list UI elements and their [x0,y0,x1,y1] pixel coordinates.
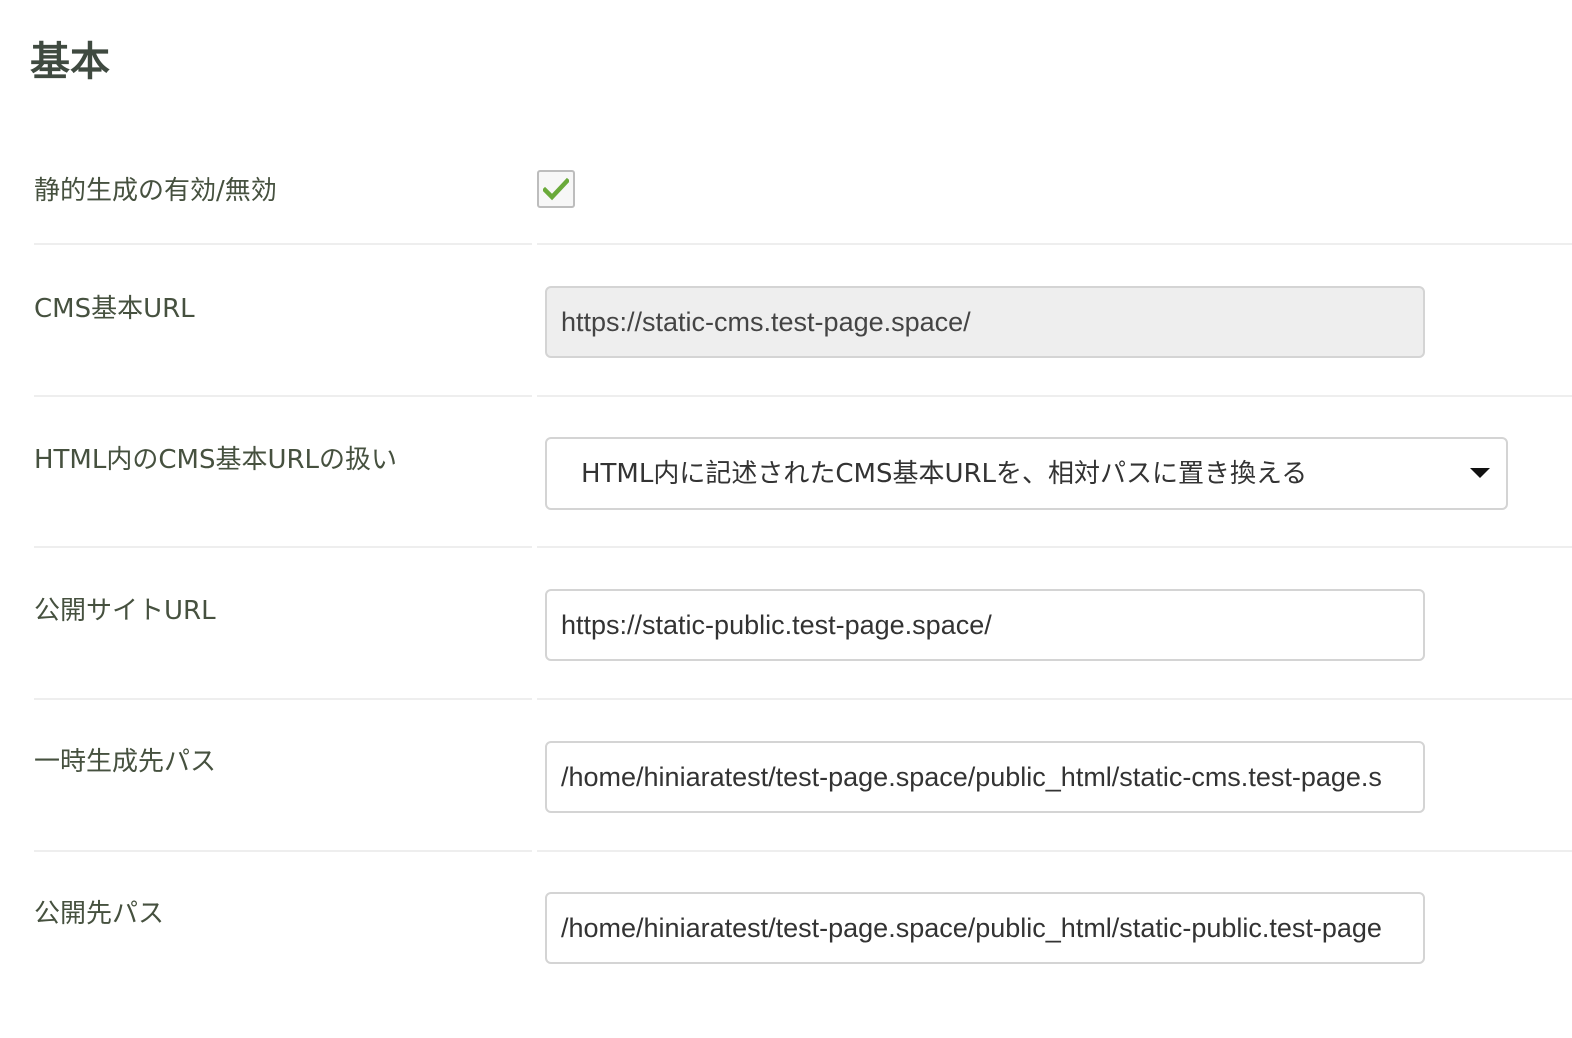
cms-base-url-label: CMS基本URL [34,294,195,324]
row-divider [34,546,532,548]
select-value: HTML内に記述されたCMS基本URLを、相対パスに置き換える [581,459,1308,489]
row-divider [537,243,1572,245]
row-divider [537,698,1572,700]
publish-path-label: 公開先パス [34,899,165,929]
row-divider [34,395,532,397]
public-site-url-label: 公開サイトURL [34,596,216,626]
settings-form: 静的生成の有効/無効 CMS基本URL HTML内のCMS基本URLの扱い HT… [0,0,1572,1038]
row-divider [537,546,1572,548]
caret-down-icon [1470,468,1490,478]
cms-url-handling-select[interactable]: HTML内に記述されたCMS基本URLを、相対パスに置き換える [545,437,1508,510]
cms-base-url-input[interactable] [545,286,1425,358]
cms-url-handling-label: HTML内のCMS基本URLの扱い [34,445,398,475]
static-generation-label: 静的生成の有効/無効 [34,176,277,206]
row-divider [34,850,532,852]
public-site-url-input[interactable] [545,589,1425,661]
row-divider [34,243,532,245]
check-icon [543,177,569,201]
static-generation-checkbox[interactable] [537,170,575,208]
temp-output-path-input[interactable] [545,741,1425,813]
settings-page: 基本 静的生成の有効/無効 CMS基本URL HTML内のCMS基本URLの扱い… [0,0,1572,1038]
row-divider [537,850,1572,852]
temp-output-path-label: 一時生成先パス [34,747,217,777]
row-divider [34,698,532,700]
publish-path-input[interactable] [545,892,1425,964]
row-divider [537,395,1572,397]
